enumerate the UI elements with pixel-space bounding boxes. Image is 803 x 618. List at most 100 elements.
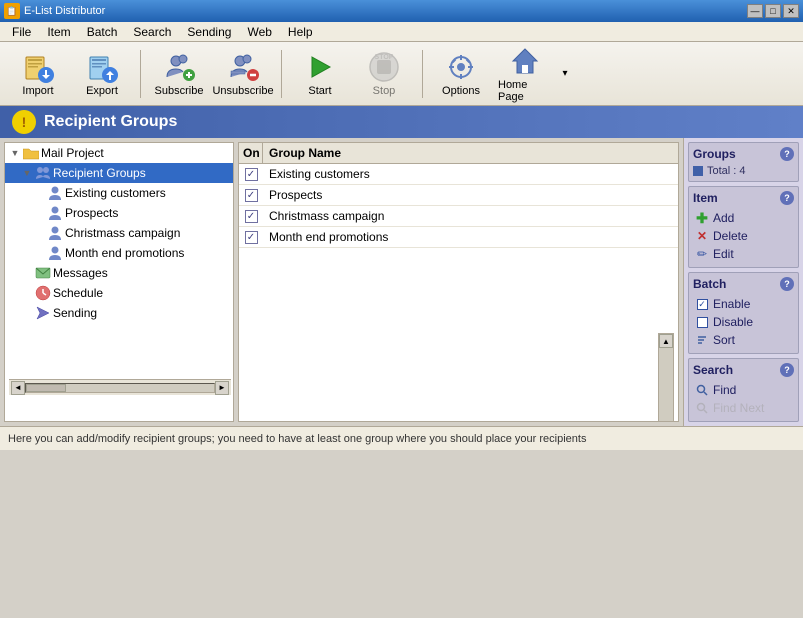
menu-help[interactable]: Help: [280, 23, 321, 41]
tree-toggle-mail-project[interactable]: ▼: [9, 147, 21, 159]
menu-item[interactable]: Item: [39, 23, 78, 41]
checkbox-3[interactable]: [245, 210, 258, 223]
tree-scroll-bar[interactable]: ◄ ►: [9, 379, 231, 395]
table-row-check-4[interactable]: [239, 228, 263, 247]
table-header-name: Group Name: [263, 143, 678, 163]
app-icon: 📋: [4, 3, 20, 19]
menu-file[interactable]: File: [4, 23, 39, 41]
import-button[interactable]: Import: [8, 46, 68, 102]
menu-sending[interactable]: Sending: [179, 23, 239, 41]
people-icon-1: [47, 185, 63, 201]
edit-action[interactable]: ✏ Edit: [693, 245, 794, 263]
checkbox-4[interactable]: [245, 231, 258, 244]
right-sidebar: Groups ? Total : 4 Item ? ✚ Add: [683, 138, 803, 426]
tree-item-schedule[interactable]: Schedule: [5, 283, 233, 303]
table-row[interactable]: Month end promotions: [239, 227, 678, 248]
title-bar-controls: — □ ✕: [747, 4, 799, 18]
export-icon: [86, 51, 118, 83]
status-message: Here you can add/modify recipient groups…: [8, 433, 586, 445]
groups-section: Groups ? Total : 4: [688, 142, 799, 182]
item-help-button[interactable]: ?: [780, 191, 794, 205]
scroll-thumb[interactable]: [26, 384, 66, 392]
table-row-check-1[interactable]: [239, 165, 263, 184]
tree-item-messages[interactable]: Messages: [5, 263, 233, 283]
tree-spacer-6: [21, 287, 33, 299]
stop-button[interactable]: STOP Stop: [354, 46, 414, 102]
table-row[interactable]: Prospects: [239, 185, 678, 206]
enable-label: Enable: [713, 297, 750, 311]
table-row-check-3[interactable]: [239, 207, 263, 226]
subscribe-button[interactable]: Subscribe: [149, 46, 209, 102]
table-vscroll[interactable]: ▲ ▼: [658, 333, 674, 422]
disable-label: Disable: [713, 315, 753, 329]
groups-help-button[interactable]: ?: [780, 147, 794, 161]
stop-icon: STOP: [368, 51, 400, 83]
unsubscribe-icon: [227, 51, 259, 83]
tree-item-sending[interactable]: Sending: [5, 303, 233, 323]
delete-action[interactable]: ✕ Delete: [693, 227, 794, 245]
groups-section-header: Groups ?: [693, 147, 794, 161]
tree-toggle-recipient-groups[interactable]: ▼: [21, 167, 33, 179]
table-row[interactable]: Existing customers: [239, 164, 678, 185]
disable-action[interactable]: Disable: [693, 313, 794, 331]
groups-info: Total : 4: [693, 165, 794, 177]
tree-item-month-end[interactable]: Month end promotions: [5, 243, 233, 263]
tree-label-existing-customers: Existing customers: [65, 186, 166, 200]
menu-web[interactable]: Web: [239, 23, 279, 41]
menu-batch[interactable]: Batch: [79, 23, 126, 41]
start-button[interactable]: Start: [290, 46, 350, 102]
add-action[interactable]: ✚ Add: [693, 209, 794, 227]
tree-label-schedule: Schedule: [53, 286, 103, 300]
import-label: Import: [22, 85, 53, 97]
minimize-button[interactable]: —: [747, 4, 763, 18]
homepage-dropdown[interactable]: ▾: [559, 46, 571, 102]
checkbox-1[interactable]: [245, 168, 258, 181]
app-title: E-List Distributor: [24, 5, 105, 17]
table-row-check-2[interactable]: [239, 186, 263, 205]
close-button[interactable]: ✕: [783, 4, 799, 18]
stop-label: Stop: [373, 85, 396, 97]
scroll-right-arrow[interactable]: ►: [215, 381, 229, 395]
toolbar: Import Export Subscri: [0, 42, 803, 106]
export-button[interactable]: Export: [72, 46, 132, 102]
vscroll-track: [659, 348, 673, 422]
maximize-button[interactable]: □: [765, 4, 781, 18]
find-action[interactable]: Find: [693, 381, 794, 399]
table-row[interactable]: Christmass campaign: [239, 206, 678, 227]
vscroll-up[interactable]: ▲: [659, 334, 673, 348]
toolbar-sep-1: [140, 50, 141, 98]
unsubscribe-button[interactable]: Unsubscribe: [213, 46, 273, 102]
people-icon-4: [47, 245, 63, 261]
scroll-left-arrow[interactable]: ◄: [11, 381, 25, 395]
tree-spacer-4: [33, 247, 45, 259]
tree-label-messages: Messages: [53, 266, 108, 280]
tree-label-month-end: Month end promotions: [65, 246, 184, 260]
svg-text:STOP: STOP: [375, 54, 394, 61]
homepage-button[interactable]: Home Page: [495, 46, 555, 102]
menu-search[interactable]: Search: [125, 23, 179, 41]
edit-label: Edit: [713, 247, 734, 261]
page-header: ! Recipient Groups: [0, 106, 803, 138]
checkbox-2[interactable]: [245, 189, 258, 202]
search-title: Search: [693, 363, 733, 377]
groups-dot: [693, 166, 703, 176]
sort-label: Sort: [713, 333, 735, 347]
options-button[interactable]: Options: [431, 46, 491, 102]
batch-section-header: Batch ?: [693, 277, 794, 291]
tree-item-existing-customers[interactable]: Existing customers: [5, 183, 233, 203]
add-label: Add: [713, 211, 734, 225]
find-next-action[interactable]: Find Next: [693, 399, 794, 417]
sort-action[interactable]: Sort: [693, 331, 794, 349]
dropdown-arrow: ▾: [562, 68, 567, 79]
enable-action[interactable]: Enable: [693, 295, 794, 313]
menu-bar: File Item Batch Search Sending Web Help: [0, 22, 803, 42]
search-help-button[interactable]: ?: [780, 363, 794, 377]
batch-help-button[interactable]: ?: [780, 277, 794, 291]
tree-item-mail-project[interactable]: ▼ Mail Project: [5, 143, 233, 163]
import-icon: [22, 51, 54, 83]
table-row-name-4: Month end promotions: [263, 227, 678, 247]
tree-item-christmass-campaign[interactable]: Christmass campaign: [5, 223, 233, 243]
tree-item-prospects[interactable]: Prospects: [5, 203, 233, 223]
tree-item-recipient-groups[interactable]: ▼ Recipient Groups: [5, 163, 233, 183]
scroll-track: [25, 383, 215, 393]
